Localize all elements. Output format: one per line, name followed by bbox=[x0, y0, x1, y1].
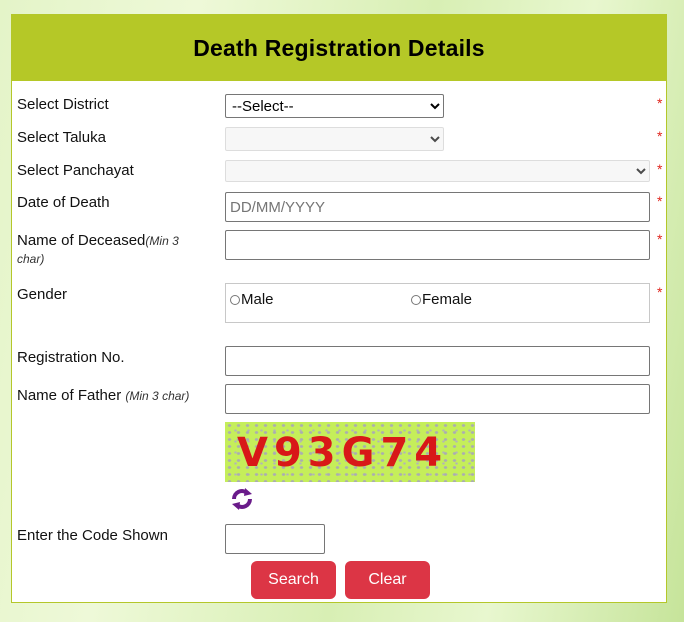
deceased-name-label-text: Name of Deceased bbox=[17, 232, 146, 249]
captcha-code: V93G74 bbox=[237, 430, 449, 476]
gender-male-option[interactable]: Male bbox=[230, 291, 274, 308]
captcha-input[interactable] bbox=[225, 524, 325, 554]
gender-male-label: Male bbox=[241, 291, 274, 308]
page-title: Death Registration Details bbox=[193, 34, 485, 61]
deceased-name-label: Name of Deceased(Min 3 char) bbox=[17, 232, 207, 268]
death-registration-panel: Death Registration Details Select Distri… bbox=[11, 14, 667, 603]
clear-button[interactable]: Clear bbox=[345, 561, 430, 599]
refresh-icon[interactable] bbox=[228, 485, 256, 513]
required-mark: * bbox=[657, 161, 663, 177]
search-button[interactable]: Search bbox=[251, 561, 336, 599]
panel-header: Death Registration Details bbox=[12, 15, 666, 81]
registration-no-input[interactable] bbox=[225, 346, 650, 376]
required-mark: * bbox=[657, 95, 663, 111]
date-of-death-input[interactable] bbox=[225, 192, 650, 222]
required-mark: * bbox=[657, 284, 663, 300]
gender-label: Gender bbox=[17, 286, 68, 303]
gender-female-option[interactable]: Female bbox=[411, 291, 472, 308]
required-mark: * bbox=[657, 231, 663, 247]
panchayat-select[interactable] bbox=[225, 160, 650, 182]
gender-female-label: Female bbox=[422, 291, 473, 308]
required-mark: * bbox=[657, 193, 663, 209]
district-select[interactable]: --Select-- bbox=[225, 94, 444, 118]
gender-radio-group: Male Female bbox=[225, 283, 650, 323]
panchayat-label: Select Panchayat bbox=[17, 162, 134, 179]
radio-button[interactable] bbox=[230, 294, 240, 305]
min-char-hint: (Min 3 char) bbox=[125, 389, 190, 403]
registration-no-label: Registration No. bbox=[17, 349, 125, 366]
taluka-label: Select Taluka bbox=[17, 129, 106, 146]
captcha-image: V93G74 bbox=[225, 422, 475, 482]
father-name-label-text: Name of Father bbox=[17, 387, 122, 404]
required-mark: * bbox=[657, 128, 663, 144]
father-name-label: Name of Father (Min 3 char) bbox=[17, 387, 189, 405]
captcha-input-label: Enter the Code Shown bbox=[17, 527, 168, 544]
deceased-name-input[interactable] bbox=[225, 230, 650, 260]
date-of-death-label: Date of Death bbox=[17, 194, 110, 211]
father-name-input[interactable] bbox=[225, 384, 650, 414]
district-label: Select District bbox=[17, 96, 109, 113]
taluka-select[interactable] bbox=[225, 127, 444, 151]
radio-button[interactable] bbox=[411, 294, 421, 305]
